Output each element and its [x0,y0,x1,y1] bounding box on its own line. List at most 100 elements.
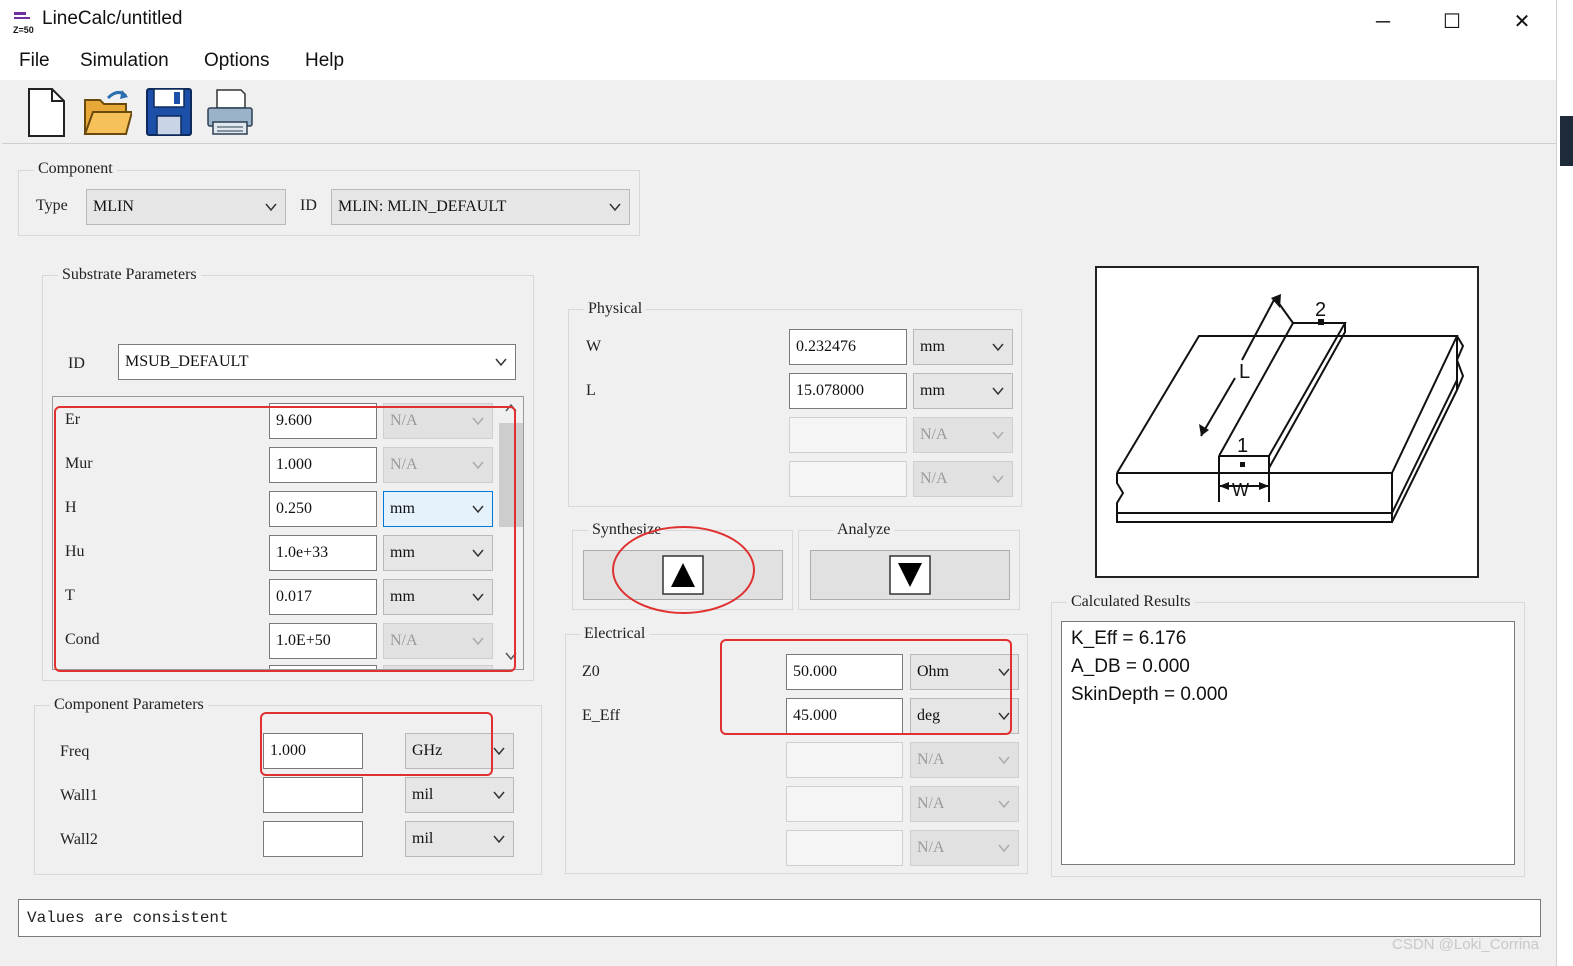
diagram-port-1-label: 1 [1237,435,1248,457]
menu-options[interactable]: Options [204,50,269,72]
status-bar: Values are consistent [18,899,1541,937]
open-file-button[interactable] [82,86,134,138]
wall2-input[interactable] [263,821,363,857]
physical-param3-input [789,417,907,453]
analyze-title: Analyze [833,521,895,539]
new-file-button[interactable] [22,86,72,138]
wall2-label: Wall2 [60,831,98,848]
component-group-title: Component [34,160,117,178]
wall2-unit-select[interactable]: mil [405,821,514,857]
physical-param4-unit-value: N/A [920,470,948,487]
chevron-down-icon [998,844,1010,853]
annotation-ellipse-synthesize [612,526,755,614]
electrical-param4-unit: N/A [910,786,1019,822]
physical-param3-unit: N/A [913,417,1013,453]
electrical-title: Electrical [580,625,650,643]
menu-file[interactable]: File [19,50,50,72]
electrical-param3-unit: N/A [910,742,1019,778]
watermark-text: CSDN @Loki_Corrina [1392,936,1539,953]
annotation-rect-electrical [720,639,1012,735]
component-params-title: Component Parameters [50,696,208,714]
wall1-unit-select[interactable]: mil [405,777,514,813]
arrow-down-icon [889,555,931,595]
w-label: W [586,338,602,355]
chevron-down-icon [609,203,621,212]
component-id-label: ID [300,197,317,214]
annotation-rect-freq [260,712,493,776]
electrical-param3-unit-value: N/A [917,751,945,768]
chevron-down-icon [493,791,505,800]
results-title: Calculated Results [1067,593,1195,611]
physical-param4-input [789,461,907,497]
minimize-button[interactable]: ─ [1360,6,1406,38]
window-title: LineCalc/untitled [42,8,183,29]
electrical-param4-unit-value: N/A [917,795,945,812]
chevron-down-icon [992,343,1004,352]
component-id-value: MLIN: MLIN_DEFAULT [338,198,507,215]
electrical-param5-input [786,830,903,866]
electrical-param3-input [786,742,903,778]
substrate-id-label: ID [68,355,85,372]
chevron-down-icon [495,358,507,367]
electrical-param5-unit-value: N/A [917,839,945,856]
l-label: L [586,382,596,399]
wall1-input[interactable] [263,777,363,813]
w-input[interactable]: 0.232476 [789,329,907,365]
chevron-down-icon [998,756,1010,765]
app-icon-label: Z=50 [13,25,34,35]
wall2-unit-value: mil [412,830,434,847]
save-file-button[interactable] [144,86,194,138]
microstrip-drawing: 2 1 L W [1116,294,1465,523]
substrate-id-select[interactable]: MSUB_DEFAULT [118,344,516,380]
print-button[interactable] [205,86,255,138]
substrate-group-title: Substrate Parameters [58,266,201,284]
substrate-id-value: MSUB_DEFAULT [125,353,249,370]
physical-param4-unit: N/A [913,461,1013,497]
z0-label: Z0 [582,663,600,680]
physical-param3-unit-value: N/A [920,426,948,443]
results-textbox[interactable]: K_Eff = 6.176 A_DB = 0.000 SkinDepth = 0… [1061,621,1515,865]
maximize-button[interactable]: ☐ [1429,6,1475,38]
title-bar [0,0,1556,44]
new-file-icon [28,88,65,137]
app-icon: Z=50 [12,10,38,36]
chevron-down-icon [992,387,1004,396]
printer-icon [207,89,253,135]
component-type-label: Type [36,197,68,214]
chevron-down-icon [998,800,1010,809]
open-folder-icon [83,90,134,135]
background-window-fragment [1560,116,1573,166]
l-unit-value: mm [920,382,945,399]
wall1-label: Wall1 [60,787,98,804]
chevron-down-icon [493,747,505,756]
analyze-button[interactable] [810,550,1010,600]
diagram-width-label: W [1232,480,1249,500]
chevron-down-icon [992,475,1004,484]
physical-title: Physical [584,300,647,318]
annotation-rect-substrate [54,406,516,672]
menu-help[interactable]: Help [305,50,344,72]
diagram-port-2-label: 2 [1315,299,1326,321]
electrical-param4-input [786,786,903,822]
component-type-value: MLIN [93,198,134,215]
w-unit-value: mm [920,338,945,355]
microstrip-diagram: 2 1 L W [1095,266,1479,578]
panel-separator [2,143,1556,144]
w-unit-select[interactable]: mm [913,329,1013,365]
electrical-param5-unit: N/A [910,830,1019,866]
result-k-eff: K_Eff = 6.176 [1071,628,1187,649]
save-disk-icon [146,88,192,136]
result-skin-depth: SkinDepth = 0.000 [1071,684,1228,705]
close-button[interactable]: ✕ [1499,6,1545,38]
l-unit-select[interactable]: mm [913,373,1013,409]
chevron-down-icon [992,431,1004,440]
l-input[interactable]: 15.078000 [789,373,907,409]
component-id-select[interactable]: MLIN: MLIN_DEFAULT [331,189,630,225]
result-a-db: A_DB = 0.000 [1071,656,1190,677]
chevron-down-icon [265,203,277,212]
menu-simulation[interactable]: Simulation [80,50,169,72]
chevron-down-icon [493,835,505,844]
component-type-select[interactable]: MLIN [86,189,286,225]
freq-label: Freq [60,743,90,760]
wall1-unit-value: mil [412,786,434,803]
